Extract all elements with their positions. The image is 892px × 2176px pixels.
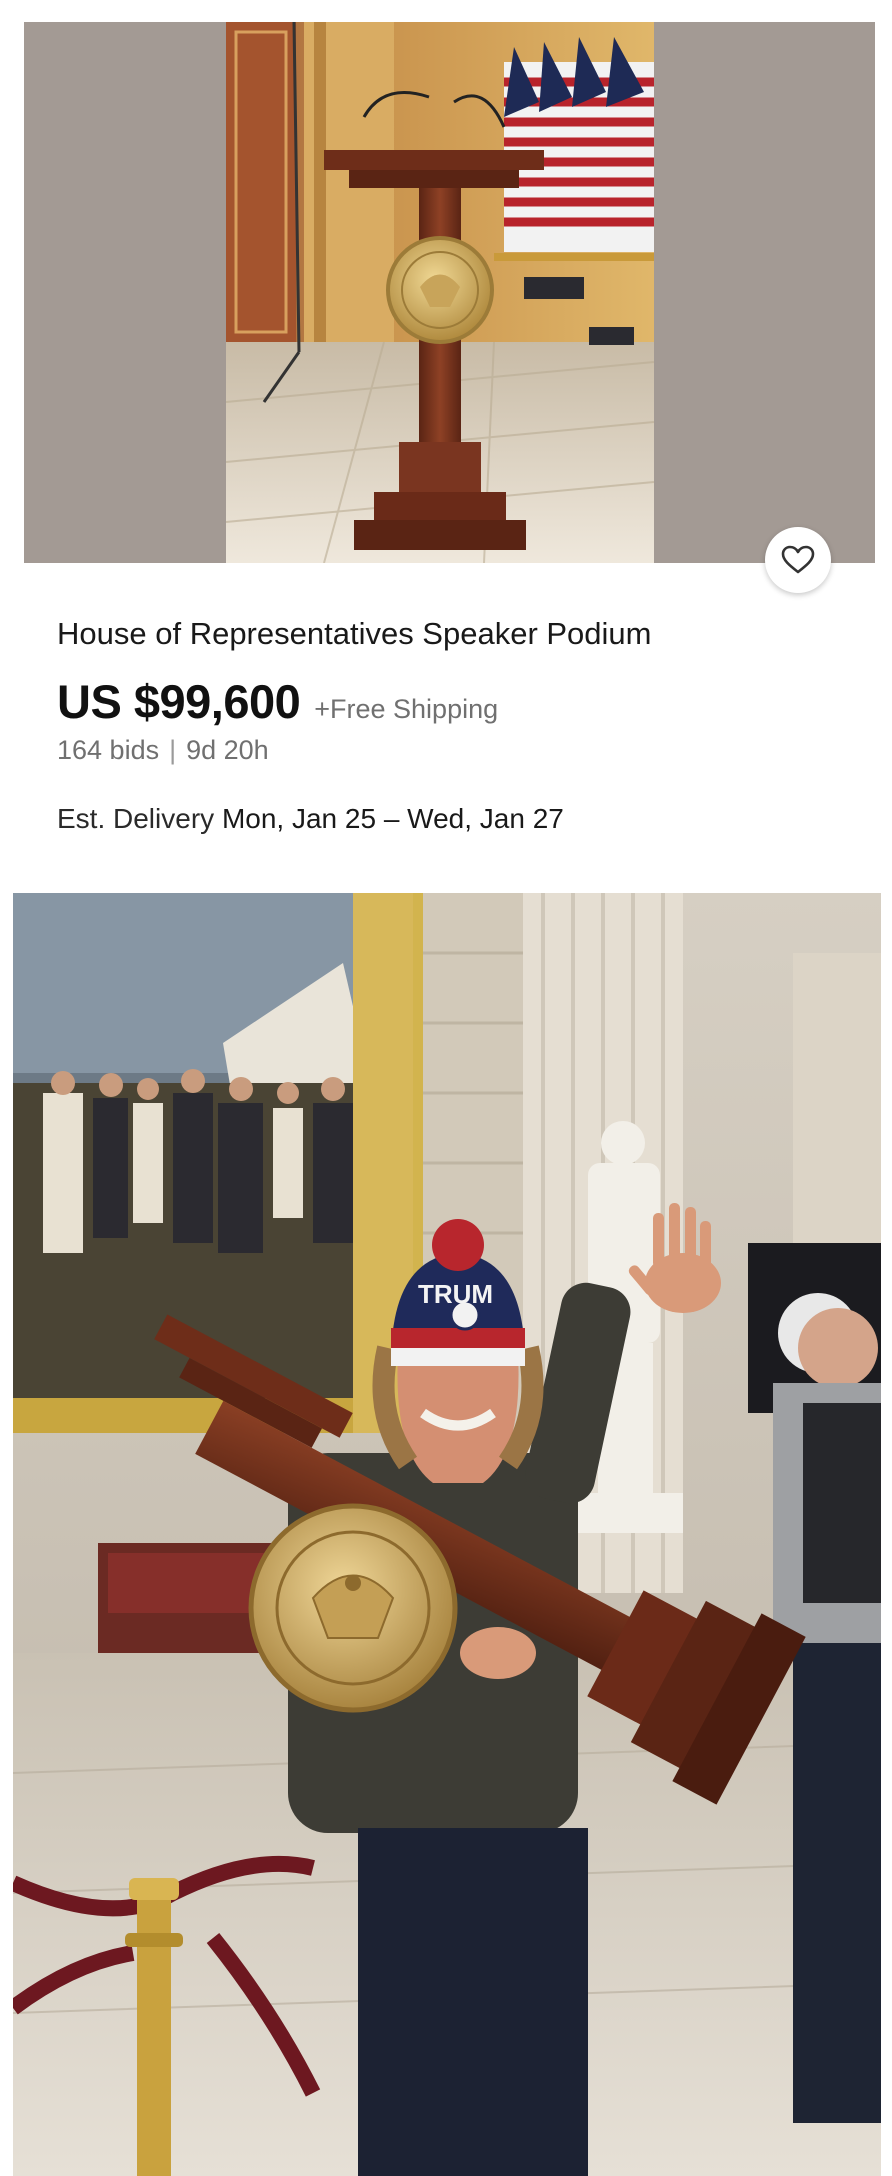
speaker-seal xyxy=(248,1503,458,1713)
time-left: 9d 20h xyxy=(186,735,269,765)
second-photo: TRUM xyxy=(13,893,881,2176)
shipping-info: +Free Shipping xyxy=(314,694,499,724)
heart-icon xyxy=(781,545,815,574)
listing-title: House of Representatives Speaker Podium xyxy=(57,616,652,651)
hat-text: TRUM xyxy=(418,1279,493,1309)
delivery-label: Est. Delivery xyxy=(57,803,215,834)
bids-row: 164 bids | 9d 20h xyxy=(57,735,269,766)
man-carrying-podium-photo: TRUM xyxy=(13,893,881,2176)
podium-photo xyxy=(225,22,655,563)
listing-price: US $99,600 xyxy=(57,675,301,728)
bids-separator: | xyxy=(169,735,177,765)
watch-button[interactable] xyxy=(765,527,831,593)
delivery-row: Est. Delivery Mon, Jan 25 – Wed, Jan 27 xyxy=(57,803,564,835)
listing-image[interactable] xyxy=(24,22,875,563)
price-row: US $99,600 +Free Shipping xyxy=(57,674,498,729)
bid-count[interactable]: 164 bids xyxy=(57,735,159,765)
delivery-dates: Mon, Jan 25 – Wed, Jan 27 xyxy=(221,803,564,834)
